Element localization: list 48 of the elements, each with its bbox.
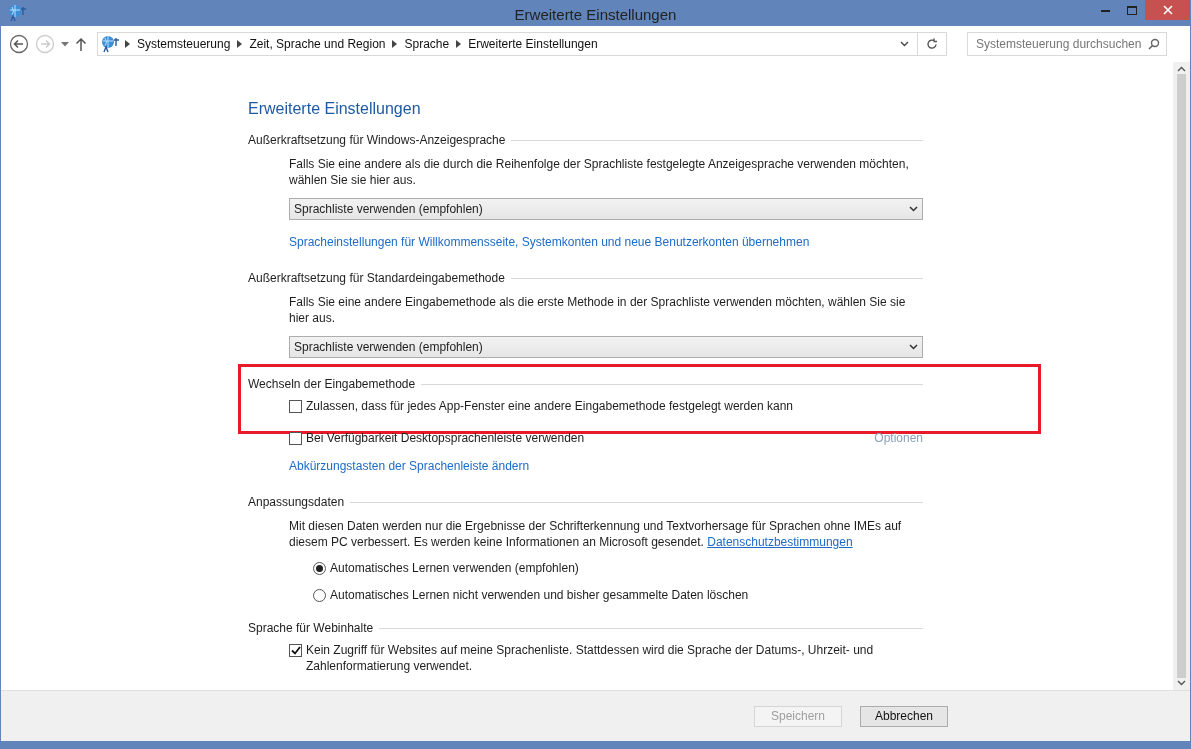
- settings-link[interactable]: Spracheinstellungen für Willkommensseite, Systemkonten und neue Benutzerkonten übernehmen: [289, 234, 810, 250]
- checkbox-label: Kein Zugriff für Websites auf meine Sprachenliste. Stattdessen wird die Sprache der Datums-, Uhrzeit- und Zahlenformatierung verwendet.: [306, 642, 875, 674]
- section-title: Wechseln der Eingabemethode: [248, 377, 416, 391]
- breadcrumb[interactable]: Erweiterte Einstellungen: [464, 37, 602, 51]
- breadcrumb[interactable]: Sprache: [400, 37, 454, 51]
- checkbox[interactable]: [289, 400, 302, 413]
- refresh-icon: [926, 38, 938, 50]
- chevron-down-icon: [909, 206, 918, 212]
- scroll-up-icon[interactable]: [1177, 66, 1186, 72]
- description-text: Mit diesen Daten werden nur die Ergebnisse der Schrifterkennung und Textvorhersage für Sprachen ohne IMEs auf diesem PC verbessert. Es werden keine Informationen an Microsoft gesendet. Datenschutzbestimmungen: [289, 518, 903, 550]
- dropdown[interactable]: Sprachliste verwenden (empfohlen): [289, 198, 923, 220]
- search-icon: [1148, 38, 1160, 50]
- settings-link[interactable]: Abkürzungstasten der Sprachenleiste ändern: [289, 458, 530, 474]
- section-title: Sprache für Webinhalte: [248, 621, 374, 635]
- checkbox[interactable]: [289, 644, 302, 657]
- description-text: Falls Sie eine andere Eingabemethode als die erste Methode in der Sprachliste verwenden möchten, wählen Sie sie hier aus.: [289, 294, 907, 326]
- radio-label: Automatisches Lernen nicht verwenden und bisher gesammelte Daten löschen: [330, 587, 749, 603]
- dropdown[interactable]: Sprachliste verwenden (empfohlen): [289, 336, 923, 358]
- breadcrumb[interactable]: Systemsteuerung: [133, 37, 235, 51]
- globe-icon: [7, 4, 27, 22]
- maximize-icon: [1126, 5, 1137, 15]
- chevron-down-icon: [909, 344, 918, 350]
- window-title: Erweiterte Einstellungen: [514, 6, 677, 23]
- history-dropdown-button[interactable]: [61, 41, 69, 47]
- dialog-button[interactable]: Abbrechen: [860, 705, 948, 727]
- globe-icon: [100, 35, 120, 53]
- back-button[interactable]: [9, 34, 29, 54]
- up-arrow-icon: [75, 37, 87, 51]
- address-bar[interactable]: Systemsteuerung Zeit, Sprache und Region Sprache Erweiterte Einstellungen: [97, 32, 947, 56]
- checkbox-label: Bei Verfügbarkeit Desktopsprachenleiste verwenden: [306, 430, 585, 446]
- section-title: Außerkraftsetzung für Windows-Anzeigesprache: [248, 133, 506, 147]
- section-title: Anpassungsdaten: [248, 495, 345, 509]
- description-text: Falls Sie eine andere als die durch die Reihenfolge der Sprachliste festgelegte Anzeigesprache verwenden möchten, wählen Sie sie hier aus.: [289, 156, 910, 188]
- caret-icon: [61, 41, 69, 47]
- scroll-down-icon[interactable]: [1177, 680, 1186, 686]
- minimize-icon: [1100, 8, 1110, 12]
- radio-label: Automatisches Lernen verwenden (empfohlen): [330, 560, 579, 576]
- close-icon: [1162, 5, 1173, 15]
- search-field[interactable]: Systemsteuerung durchsuchen: [967, 32, 1167, 56]
- scrollbar[interactable]: [1173, 62, 1190, 690]
- section-title: Außerkraftsetzung für Standardeingabemethode: [248, 271, 505, 285]
- checkbox-label: Zulassen, dass für jedes App-Fenster eine andere Eingabemethode festgelegt werden kann: [306, 398, 793, 414]
- privacy-link[interactable]: Datenschutzbestimmungen: [707, 535, 853, 549]
- page-title: Erweiterte Einstellungen: [248, 100, 422, 118]
- checkbox[interactable]: [289, 432, 302, 445]
- up-button[interactable]: [75, 37, 87, 51]
- breadcrumb[interactable]: Zeit, Sprache und Region: [245, 37, 390, 51]
- close-button[interactable]: [1145, 0, 1190, 20]
